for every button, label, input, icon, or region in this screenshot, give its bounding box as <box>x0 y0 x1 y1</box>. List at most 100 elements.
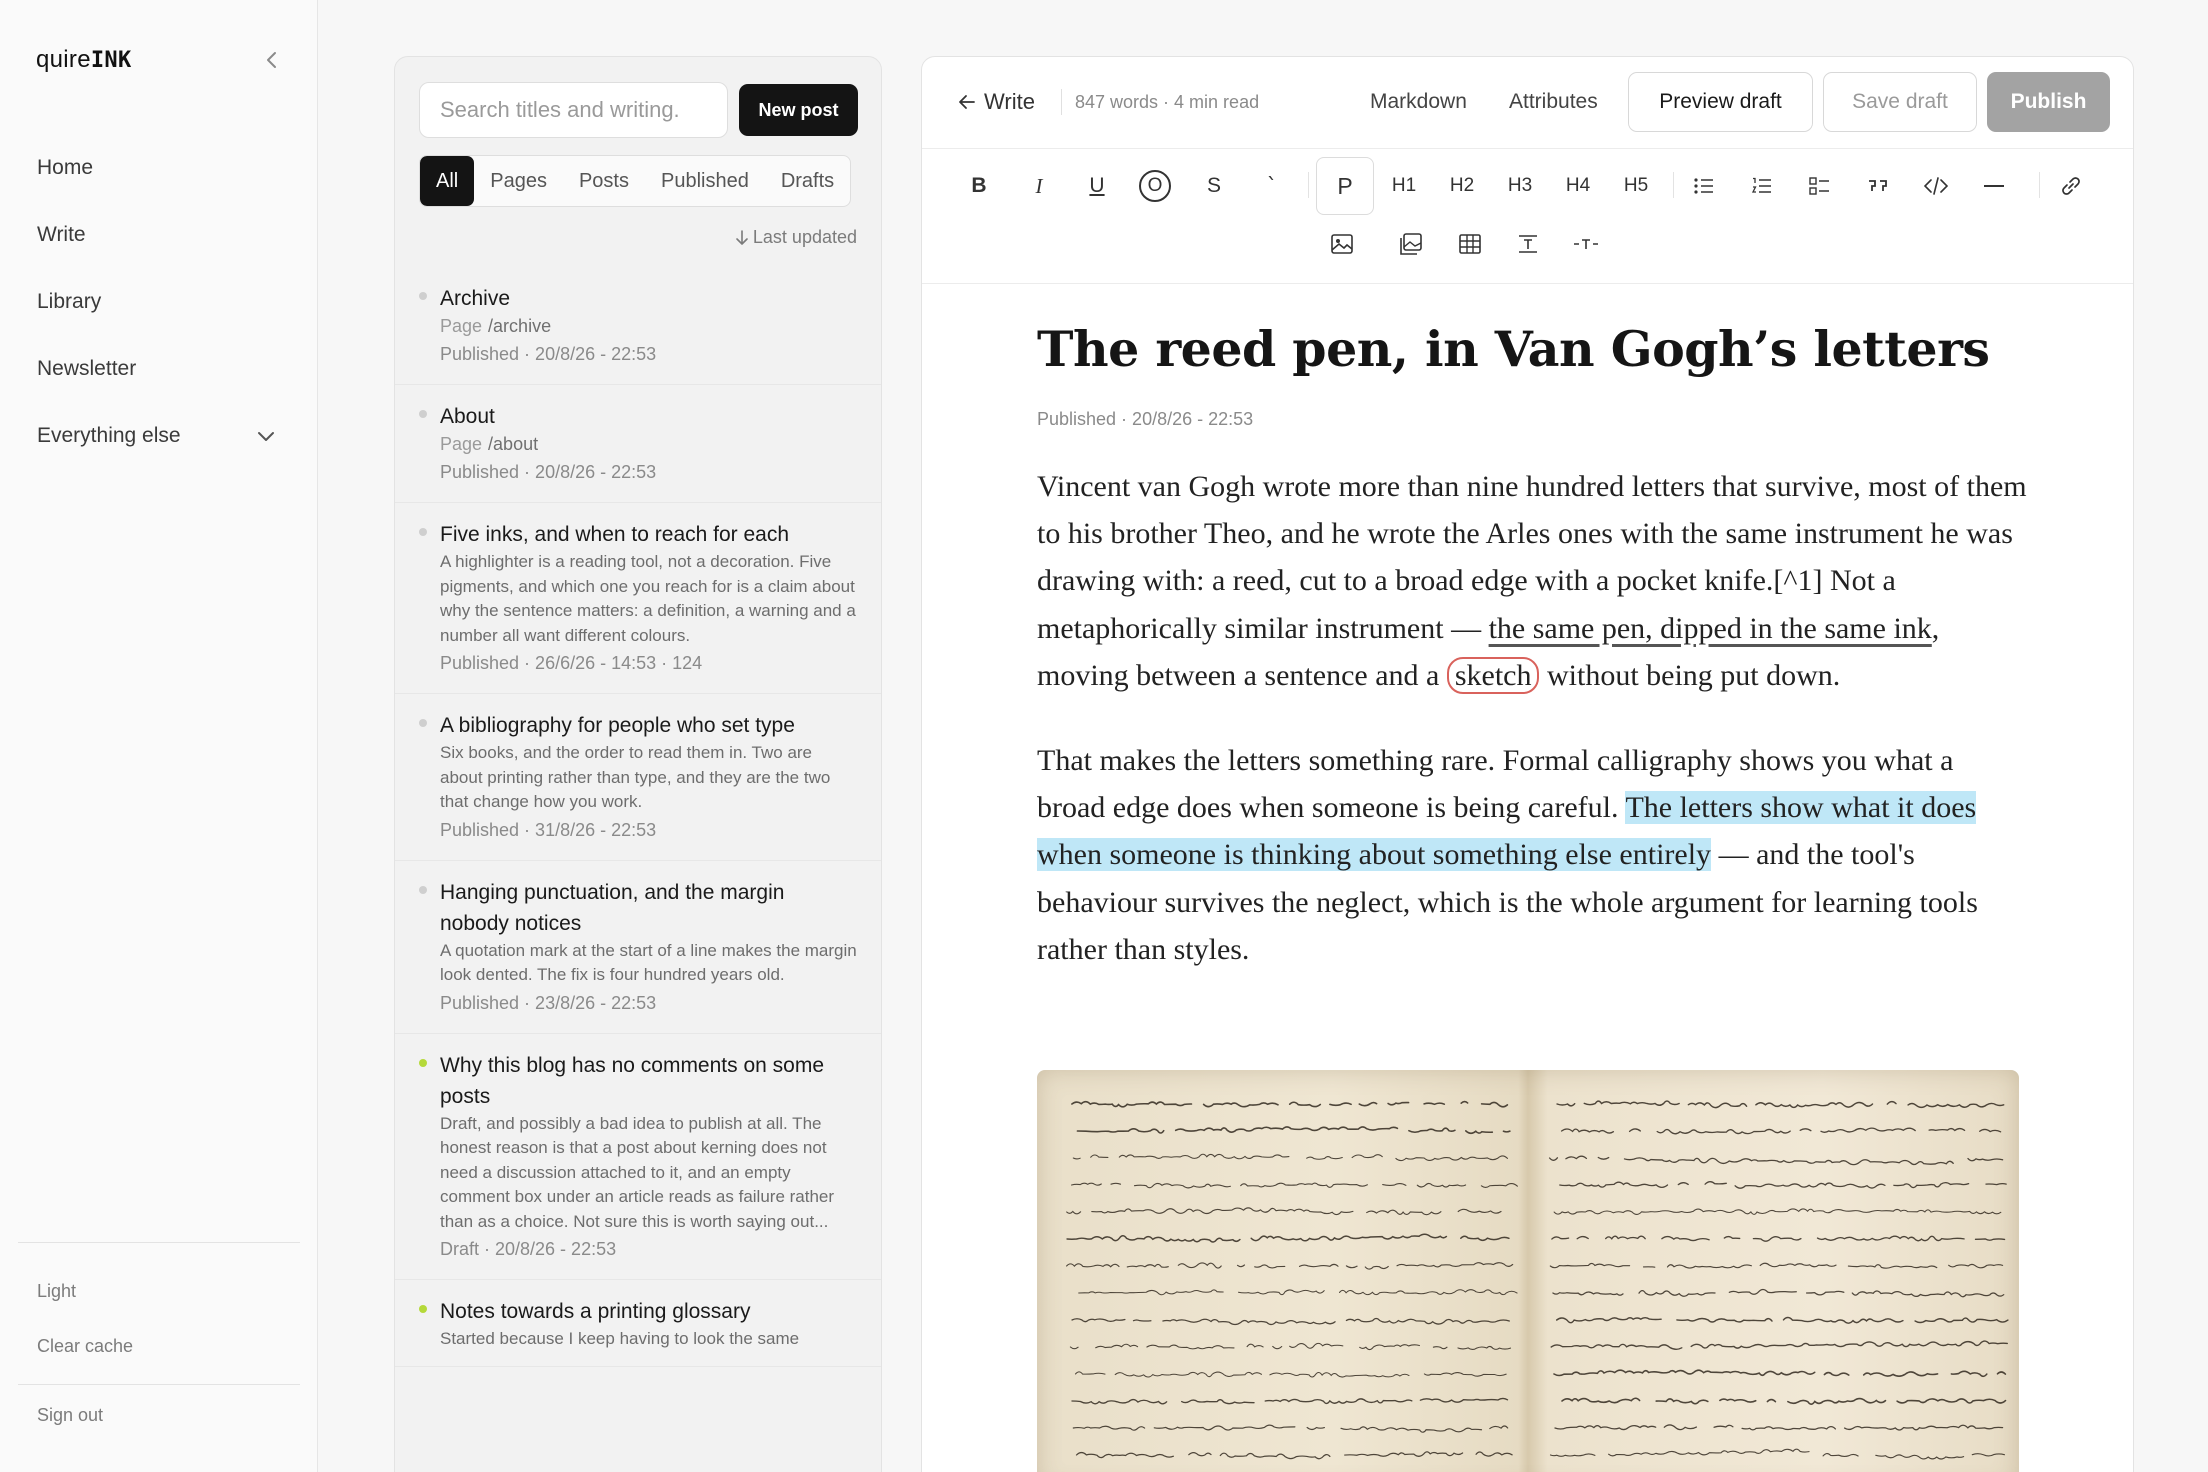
filter-tab-drafts[interactable]: Drafts <box>765 156 850 206</box>
save-draft-button[interactable]: Save draft <box>1823 72 1977 132</box>
numbered-list-icon[interactable] <box>1740 164 1784 208</box>
circled-text: sketch <box>1446 656 1540 694</box>
sign-out-link[interactable]: Sign out <box>37 1405 103 1426</box>
document-status: Published · 20/8/26 - 22:53 <box>1037 409 1254 429</box>
search-input[interactable]: Search titles and writing. <box>419 82 728 138</box>
post-excerpt: A highlighter is a reading tool, not a d… <box>440 552 856 645</box>
list-item[interactable]: About Page/about Published · 20/8/26 - 2… <box>395 385 881 503</box>
paragraph[interactable]: Vincent van Gogh wrote more than nine hu… <box>1037 463 2027 699</box>
search-placeholder: Search titles and writing. <box>440 97 680 122</box>
document-title[interactable]: The reed pen, in Van Gogh’s letters <box>1037 317 2027 381</box>
document-body[interactable]: The reed pen, in Van Gogh’s letters Publ… <box>1037 317 2027 973</box>
post-path: Page/archive <box>440 314 857 339</box>
list-item[interactable]: Notes towards a printing glossary Starte… <box>395 1280 881 1367</box>
sidebar-divider <box>18 1384 300 1385</box>
paragraph[interactable]: That makes the letters something rare. F… <box>1037 737 2027 973</box>
horizontal-rule-icon[interactable] <box>1972 164 2016 208</box>
filter-tab-published[interactable]: Published <box>645 156 765 206</box>
new-post-button[interactable]: New post <box>739 84 858 136</box>
sidebar-nav: Home Write Library Newsletter Everything… <box>0 134 318 469</box>
post-path: Page/about <box>440 432 857 457</box>
post-title: Why this blog has no comments on some po… <box>440 1053 825 1108</box>
attributes-toggle[interactable]: Attributes <box>1509 90 1598 114</box>
image-icon[interactable] <box>1320 222 1364 266</box>
list-item[interactable]: Five inks, and when to reach for each A … <box>395 503 881 694</box>
collapse-sidebar-icon[interactable] <box>262 50 282 70</box>
italic-button[interactable]: I <box>1017 164 1061 208</box>
blockquote-icon[interactable] <box>1856 164 1900 208</box>
publish-button[interactable]: Publish <box>1987 72 2110 132</box>
underline-button[interactable]: U <box>1075 164 1119 208</box>
clear-cache-link[interactable]: Clear cache <box>37 1336 133 1357</box>
page-break-icon[interactable] <box>1564 222 1608 266</box>
sort-control[interactable]: Last updated <box>735 227 857 248</box>
link-icon[interactable] <box>2049 164 2093 208</box>
status-dot <box>419 1305 427 1313</box>
post-list: Archive Page/archive Published · 20/8/26… <box>395 267 881 1367</box>
sidebar-item-write[interactable]: Write <box>0 201 318 268</box>
heading-1-button[interactable]: H1 <box>1382 164 1426 208</box>
circle-mark-button[interactable]: O <box>1133 164 1177 208</box>
checklist-icon[interactable] <box>1798 164 1842 208</box>
back-to-write-button[interactable]: Write <box>958 89 1035 115</box>
align-center-icon[interactable] <box>1506 222 1550 266</box>
list-item[interactable]: Archive Page/archive Published · 20/8/26… <box>395 267 881 385</box>
divider <box>1061 89 1062 115</box>
status-dot <box>419 885 427 894</box>
back-label: Write <box>984 89 1035 114</box>
status-dot <box>419 410 427 418</box>
post-excerpt: Draft, and possibly a bad idea to publis… <box>440 1113 835 1231</box>
post-status: Published · 26/6/26 - 14:53 · 124 <box>440 653 703 673</box>
heading-2-button[interactable]: H2 <box>1440 164 1484 208</box>
divider <box>1673 172 1674 198</box>
inline-code-button[interactable]: ` <box>1250 164 1294 208</box>
code-block-icon[interactable] <box>1914 164 1958 208</box>
divider <box>1308 172 1309 198</box>
post-excerpt: Six books, and the order to read them in… <box>440 743 831 811</box>
arrow-down-icon <box>736 229 748 245</box>
table-icon[interactable] <box>1448 222 1492 266</box>
bullet-list-icon[interactable] <box>1682 164 1726 208</box>
bold-button[interactable]: B <box>957 164 1001 208</box>
sidebar-item-home[interactable]: Home <box>0 134 318 201</box>
heading-4-button[interactable]: H4 <box>1556 164 1600 208</box>
heading-3-button[interactable]: H3 <box>1498 164 1542 208</box>
chevron-down-icon <box>258 432 274 441</box>
text-run: without being put down. <box>1539 658 1841 692</box>
underlined-text: the same pen, dipped in the same ink <box>1488 611 1932 645</box>
list-item[interactable]: Hanging punctuation, and the margin nobo… <box>395 861 881 1034</box>
brand-logo[interactable]: quireINK <box>36 46 132 74</box>
status-dot <box>419 719 427 727</box>
list-item[interactable]: Why this blog has no comments on some po… <box>395 1034 881 1280</box>
sidebar-divider <box>18 1242 300 1243</box>
theme-toggle-light[interactable]: Light <box>37 1281 76 1302</box>
paragraph-button[interactable]: P <box>1316 157 1374 215</box>
format-toolbar: B I U O S ` P H1 H2 H3 H4 H5 <box>922 150 2133 284</box>
circle-mark-label: O <box>1139 170 1171 202</box>
sidebar-item-everything-else[interactable]: Everything else <box>0 402 318 469</box>
post-title: Hanging punctuation, and the margin nobo… <box>440 880 785 935</box>
nav-label: Library <box>37 289 102 313</box>
heading-5-button[interactable]: H5 <box>1614 164 1658 208</box>
sidebar-item-library[interactable]: Library <box>0 268 318 335</box>
sidebar-item-newsletter[interactable]: Newsletter <box>0 335 318 402</box>
divider <box>2039 172 2040 198</box>
post-title: Five inks, and when to reach for each <box>440 523 790 546</box>
markdown-toggle[interactable]: Markdown <box>1370 90 1467 114</box>
filter-tab-pages[interactable]: Pages <box>474 156 563 206</box>
letter-scan-image[interactable] <box>1037 1070 2019 1472</box>
strikethrough-button[interactable]: S <box>1192 164 1236 208</box>
gallery-icon[interactable] <box>1389 222 1433 266</box>
editor-topbar: Write 847 words · 4 min read Markdown At… <box>922 57 2133 149</box>
filter-tab-all[interactable]: All <box>420 156 475 206</box>
preview-draft-button[interactable]: Preview draft <box>1628 72 1813 132</box>
post-kind: Page <box>440 434 483 454</box>
filter-tab-posts[interactable]: Posts <box>563 156 645 206</box>
post-title: Notes towards a printing glossary <box>440 1300 751 1323</box>
post-excerpt: A quotation mark at the start of a line … <box>440 940 857 985</box>
post-title: Archive <box>440 287 511 310</box>
post-kind: Page <box>440 316 483 336</box>
editor-panel: Write 847 words · 4 min read Markdown At… <box>921 56 2134 1472</box>
arrow-left-icon <box>959 95 975 109</box>
list-item[interactable]: A bibliography for people who set type S… <box>395 694 881 861</box>
